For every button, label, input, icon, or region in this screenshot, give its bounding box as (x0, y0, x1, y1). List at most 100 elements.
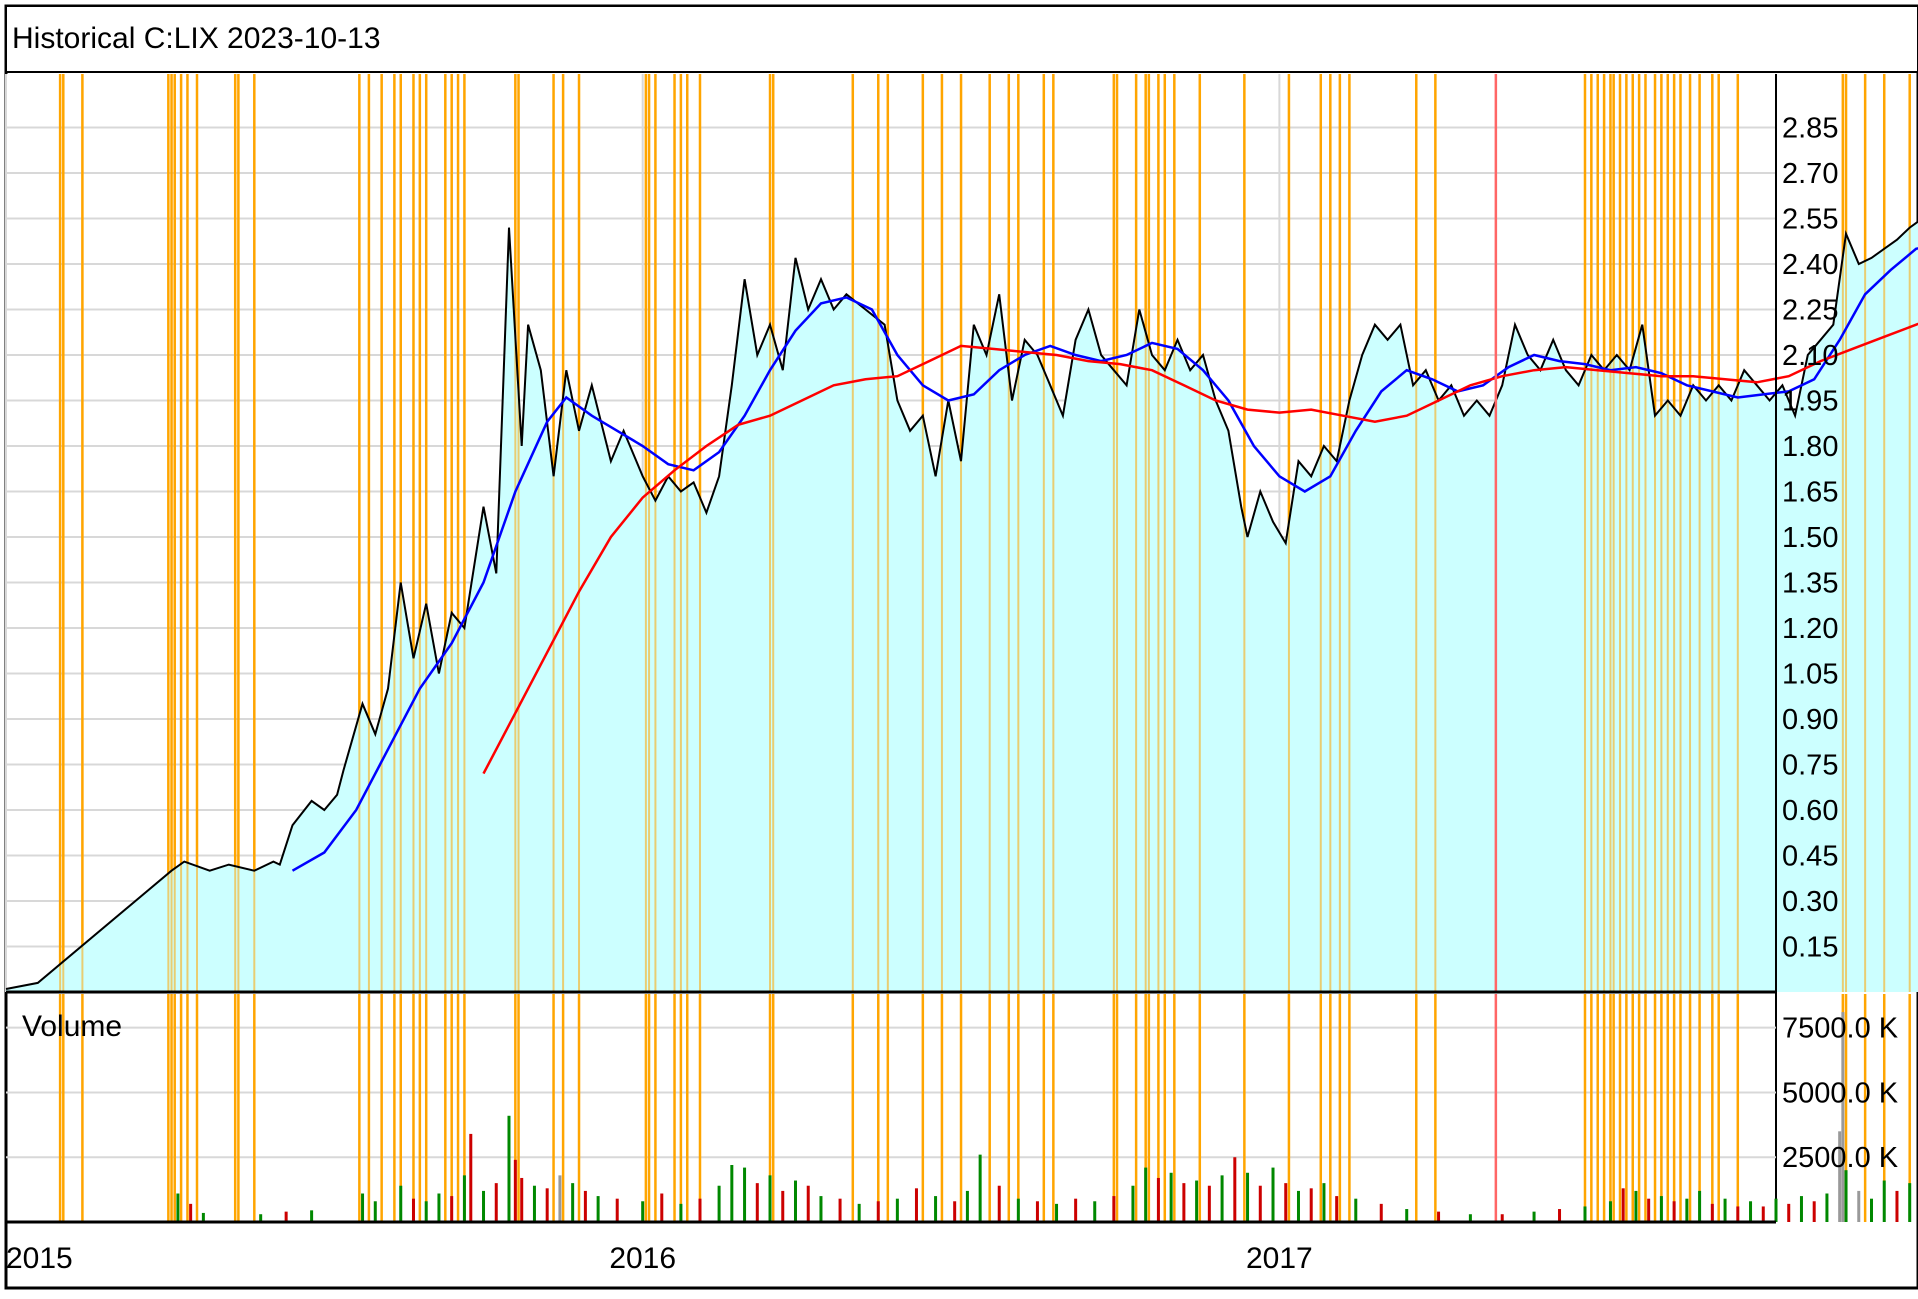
chart-canvas: Historical C:LIX 2023-10-13 2.852.702.55… (0, 0, 1918, 1294)
volume-bar (1711, 1204, 1714, 1222)
price-tick-label: 0.45 (1782, 841, 1838, 873)
chart-title: Historical C:LIX 2023-10-13 (12, 22, 381, 55)
volume-bar (979, 1155, 982, 1222)
volume-bar (1857, 1191, 1860, 1222)
volume-bar (1609, 1201, 1612, 1222)
volume-bar (1634, 1191, 1637, 1222)
x-tick-label: 2015 (6, 1242, 73, 1275)
volume-bar (1144, 1168, 1147, 1222)
volume-bar (1883, 1181, 1886, 1222)
volume-bar (1405, 1209, 1408, 1222)
volume-axis: 7500.0 K5000.0 K2500.0 K (1782, 1013, 1899, 1175)
volume-bar (966, 1191, 969, 1222)
price-tick-label: 1.20 (1782, 613, 1838, 645)
chart-root: Historical C:LIX 2023-10-13 2.852.702.55… (0, 0, 1918, 1294)
volume-tick-label: 2500.0 K (1782, 1142, 1899, 1174)
volume-bar (858, 1204, 861, 1222)
volume-bar (679, 1204, 682, 1222)
price-tick-label: 0.90 (1782, 704, 1838, 736)
volume-bar (1647, 1199, 1650, 1222)
volume-bar (998, 1186, 1001, 1222)
volume-bar (1112, 1196, 1115, 1222)
volume-bar (769, 1175, 772, 1222)
volume-bar (1380, 1204, 1383, 1222)
volume-bar (1246, 1173, 1249, 1222)
volume-bar (660, 1194, 663, 1223)
volume-bar (546, 1188, 549, 1222)
volume-bar (1437, 1212, 1440, 1222)
volume-bar (1310, 1188, 1313, 1222)
volume-bar (1775, 1199, 1778, 1222)
volume-bar (1813, 1201, 1816, 1222)
volume-bar (1749, 1201, 1752, 1222)
volume-bar (896, 1199, 899, 1222)
volume-bar (1272, 1168, 1275, 1222)
price-tick-label: 0.75 (1782, 750, 1838, 782)
volume-bar (597, 1196, 600, 1222)
volume-bar (1845, 1170, 1848, 1222)
volume-bar (1583, 1206, 1586, 1222)
volume-tick-label: 7500.0 K (1782, 1013, 1899, 1045)
volume-bar (819, 1196, 822, 1222)
volume-bar (361, 1194, 364, 1223)
volume-bar (794, 1181, 797, 1222)
volume-bar (584, 1191, 587, 1222)
volume-bar (1297, 1191, 1300, 1222)
volume-bar (469, 1134, 472, 1222)
price-tick-label: 2.40 (1782, 249, 1838, 281)
volume-bar (463, 1175, 466, 1222)
volume-bar (839, 1199, 842, 1222)
volume-bar (1736, 1206, 1739, 1222)
volume-bar (176, 1194, 179, 1223)
volume-bar (285, 1212, 288, 1222)
volume-bar (1074, 1199, 1077, 1222)
price-tick-label: 1.50 (1782, 522, 1838, 554)
price-tick-label: 0.15 (1782, 932, 1838, 964)
volume-bar (1182, 1183, 1185, 1222)
volume-bar (558, 1175, 561, 1222)
volume-bar (412, 1199, 415, 1222)
price-tick-label: 2.85 (1782, 113, 1838, 145)
volume-bar (953, 1201, 956, 1222)
volume-bar (1622, 1188, 1625, 1222)
price-tick-label: 1.95 (1782, 386, 1838, 418)
volume-bar (1335, 1196, 1338, 1222)
volume-bar (450, 1196, 453, 1222)
volume-bar (1036, 1201, 1039, 1222)
volume-bar (1131, 1186, 1134, 1222)
volume-bar (1221, 1175, 1224, 1222)
x-tick-label: 2017 (1246, 1242, 1313, 1275)
volume-bar (616, 1199, 619, 1222)
price-tick-label: 1.80 (1782, 431, 1838, 463)
volume-bar (1685, 1199, 1688, 1222)
volume-bar (1195, 1181, 1198, 1222)
volume-bar (807, 1186, 810, 1222)
volume-bar (1558, 1209, 1561, 1222)
volume-bar (1157, 1178, 1160, 1222)
volume-bar (743, 1168, 746, 1222)
volume-bar (1284, 1183, 1287, 1222)
volume-bar (756, 1183, 759, 1222)
volume-bar (1870, 1199, 1873, 1222)
volume-bar (730, 1165, 733, 1222)
price-tick-label: 0.30 (1782, 886, 1838, 918)
volume-bar (1895, 1191, 1898, 1222)
volume-bar (1233, 1157, 1236, 1222)
price-tick-label: 2.25 (1782, 295, 1838, 327)
volume-bar (1093, 1201, 1096, 1222)
volume-bar (310, 1210, 313, 1222)
price-tick-label: 1.65 (1782, 477, 1838, 509)
volume-bar (495, 1183, 498, 1222)
volume-bar (698, 1199, 701, 1222)
volume-bar (1017, 1199, 1020, 1222)
volume-bar (877, 1201, 880, 1222)
price-tick-label: 2.10 (1782, 340, 1838, 372)
volume-bar (1800, 1196, 1803, 1222)
volume-bar (1055, 1204, 1058, 1222)
volume-bar (189, 1204, 192, 1222)
volume-bar (1259, 1186, 1262, 1222)
volume-bar (1660, 1196, 1663, 1222)
price-tick-label: 0.60 (1782, 795, 1838, 827)
volume-bar (482, 1191, 485, 1222)
volume-bar (641, 1201, 644, 1222)
